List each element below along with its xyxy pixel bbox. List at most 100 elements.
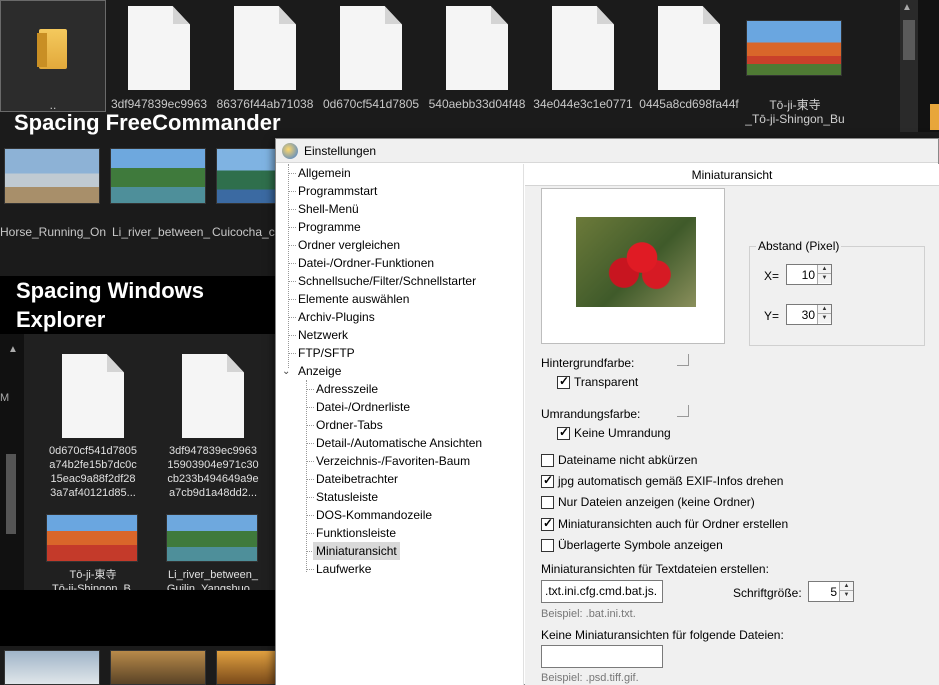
thumb-caption: Cuicocha_c bbox=[212, 225, 275, 239]
border-color-label: Umrandungsfarbe: bbox=[541, 407, 641, 421]
checkbox-box[interactable] bbox=[541, 473, 554, 488]
thumb-item-file[interactable]: 540aebb33d04f48 bbox=[424, 0, 530, 112]
thumb-item-file[interactable]: 0445a8cd698fa44f bbox=[636, 0, 742, 112]
caption-line: 15903904e971c30 bbox=[167, 459, 259, 471]
checkbox-box[interactable] bbox=[557, 374, 570, 389]
file-icon bbox=[340, 6, 402, 90]
caption-line: Li_river_between_ bbox=[168, 569, 258, 581]
thumbnail-preview bbox=[541, 188, 725, 344]
exclude-extensions-input[interactable] bbox=[541, 645, 663, 668]
file-icon[interactable] bbox=[62, 354, 124, 438]
tree-item-netzwerk[interactable]: Netzwerk bbox=[295, 326, 351, 344]
dialog-titlebar[interactable]: Einstellungen bbox=[276, 139, 938, 163]
right-strip bbox=[918, 0, 939, 132]
caption-line: 0d670cf541d7805 bbox=[48, 445, 138, 457]
file-icon[interactable] bbox=[182, 354, 244, 438]
tree-item-datei-ordner-funktionen[interactable]: Datei-/Ordner-Funktionen bbox=[295, 254, 437, 272]
folder-icon bbox=[37, 7, 67, 69]
poppy-preview-image bbox=[576, 217, 696, 307]
option-folder-thumbnails[interactable]: Miniaturansichten auch für Ordner erstel… bbox=[541, 516, 788, 531]
tree-item-ordner-vergleichen[interactable]: Ordner vergleichen bbox=[295, 236, 403, 254]
spinner-buttons[interactable]: ▲ ▼ bbox=[817, 265, 831, 284]
file-icon bbox=[446, 6, 508, 90]
checkbox-box[interactable] bbox=[557, 425, 570, 440]
option-overlay-icons[interactable]: Überlagerte Symbole anzeigen bbox=[541, 538, 723, 552]
checkbox-box[interactable] bbox=[541, 453, 554, 467]
horse-image[interactable] bbox=[4, 148, 100, 204]
spinner-buttons[interactable]: ▲ ▼ bbox=[817, 305, 831, 324]
checkbox-box[interactable] bbox=[541, 538, 554, 552]
bg-color-swatch[interactable] bbox=[677, 354, 689, 366]
thumb-item-file[interactable]: 86376f44ab71038 bbox=[212, 0, 318, 112]
tree-item-schnellsuche[interactable]: Schnellsuche/Filter/Schnellstarter bbox=[295, 272, 479, 290]
scroll-up-icon[interactable]: ▲ bbox=[902, 2, 912, 13]
snow-image[interactable] bbox=[4, 650, 100, 685]
chevron-up-icon[interactable]: ▲ bbox=[8, 344, 18, 355]
tree-item-shell-menu[interactable]: Shell-Menü bbox=[295, 200, 362, 218]
tree-item-elemente-auswaehlen[interactable]: Elemente auswählen bbox=[295, 290, 412, 308]
tree-item-adresszeile[interactable]: Adresszeile bbox=[313, 380, 381, 398]
lake-image[interactable] bbox=[216, 148, 276, 204]
pagoda-image[interactable] bbox=[46, 514, 138, 562]
tree-item-dateibetrachter[interactable]: Dateibetrachter bbox=[313, 470, 401, 488]
text-extensions-input[interactable]: .txt.ini.cfg.cmd.bat.js. bbox=[541, 580, 663, 603]
tree-item-ordner-tabs[interactable]: Ordner-Tabs bbox=[313, 416, 386, 434]
x-value: 10 bbox=[801, 268, 815, 282]
sidebar-scrollbar[interactable] bbox=[6, 454, 16, 534]
tree-item-datei-ordnerliste[interactable]: Datei-/Ordnerliste bbox=[313, 398, 413, 416]
thumb-item-pagoda-image[interactable]: Tō-ji-東寺 _Tō-ji-Shingon_Bu bbox=[742, 0, 848, 126]
thumb-caption: 86376f44ab71038 bbox=[216, 97, 314, 111]
spin-up-icon[interactable]: ▲ bbox=[818, 265, 831, 274]
font-size-label: Schriftgröße: bbox=[733, 586, 802, 600]
option-rotate-exif[interactable]: jpg automatisch gemäß EXIF-Infos drehen bbox=[541, 473, 783, 488]
tree-item-anzeige[interactable]: Anzeige bbox=[295, 362, 344, 380]
thumb-item-parent-folder[interactable]: .. bbox=[0, 0, 106, 112]
caption-line: 3a7af40121d85... bbox=[50, 487, 136, 499]
spin-down-icon[interactable]: ▼ bbox=[818, 274, 831, 283]
spin-down-icon[interactable]: ▼ bbox=[818, 314, 831, 323]
no-border-checkbox[interactable]: Keine Umrandung bbox=[557, 425, 671, 440]
spin-up-icon[interactable]: ▲ bbox=[818, 305, 831, 314]
tree-item-programmstart[interactable]: Programmstart bbox=[295, 182, 380, 200]
option-dont-shorten-filename[interactable]: Dateiname nicht abkürzen bbox=[541, 453, 697, 467]
x-spinner[interactable]: 10 ▲ ▼ bbox=[786, 264, 832, 285]
checkbox-box[interactable] bbox=[541, 495, 554, 509]
spinner-buttons[interactable]: ▲ ▼ bbox=[839, 582, 853, 601]
river-image[interactable] bbox=[166, 514, 258, 562]
tree-item-funktionsleiste[interactable]: Funktionsleiste bbox=[313, 524, 399, 542]
checkbox-box[interactable] bbox=[541, 516, 554, 531]
tree-item-verzeichnis-baum[interactable]: Verzeichnis-/Favoriten-Baum bbox=[313, 452, 473, 470]
tree-item-detail-ansichten[interactable]: Detail-/Automatische Ansichten bbox=[313, 434, 485, 452]
pagoda-caption-line2: _Tō-ji-Shingon_Bu bbox=[745, 112, 845, 126]
tree-item-archiv-plugins[interactable]: Archiv-Plugins bbox=[295, 308, 378, 326]
transparent-checkbox[interactable]: Transparent bbox=[557, 374, 638, 389]
border-color-swatch[interactable] bbox=[677, 405, 689, 417]
tree-item-programme[interactable]: Programme bbox=[295, 218, 364, 236]
river-image[interactable] bbox=[110, 148, 206, 204]
explorer-caption: 3df947839ec9963 15903904e971c30 cb233b49… bbox=[158, 444, 268, 500]
scrollbar-thumb[interactable] bbox=[903, 20, 915, 60]
section-title: Miniaturansicht bbox=[525, 164, 939, 186]
spin-up-icon[interactable]: ▲ bbox=[840, 582, 853, 591]
y-spinner[interactable]: 30 ▲ ▼ bbox=[786, 304, 832, 325]
tree-item-miniaturansicht[interactable]: Miniaturansicht bbox=[313, 542, 400, 560]
heading-line2: Explorer bbox=[16, 307, 106, 332]
font-size-spinner[interactable]: 5 ▲ ▼ bbox=[808, 581, 854, 602]
tree-item-dos-kommandozeile[interactable]: DOS-Kommandozeile bbox=[313, 506, 435, 524]
dialog-title: Einstellungen bbox=[304, 143, 377, 158]
sidebar-letter: M bbox=[0, 392, 10, 404]
thumb-item-file[interactable]: 0d670cf541d7805 bbox=[318, 0, 424, 112]
thumb-item-file[interactable]: 34e044e3c1e0771 bbox=[530, 0, 636, 112]
desert-image[interactable] bbox=[216, 650, 276, 685]
sunset-image[interactable] bbox=[110, 650, 206, 685]
spin-down-icon[interactable]: ▼ bbox=[840, 591, 853, 600]
option-files-only[interactable]: Nur Dateien anzeigen (keine Ordner) bbox=[541, 495, 755, 509]
thumb-caption: 34e044e3c1e0771 bbox=[533, 97, 633, 111]
tree-item-statusleiste[interactable]: Statusleiste bbox=[313, 488, 381, 506]
thumb-item-file[interactable]: 3df947839ec9963 bbox=[106, 0, 212, 112]
tree-item-ftp-sftp[interactable]: FTP/SFTP bbox=[295, 344, 358, 362]
example-exclude-extensions: Beispiel: .psd.tiff.gif. bbox=[541, 672, 639, 684]
tree-item-allgemein[interactable]: Allgemein bbox=[295, 164, 354, 182]
chevron-down-icon[interactable]: ⌄ bbox=[282, 366, 290, 377]
tree-item-laufwerke[interactable]: Laufwerke bbox=[313, 560, 374, 578]
